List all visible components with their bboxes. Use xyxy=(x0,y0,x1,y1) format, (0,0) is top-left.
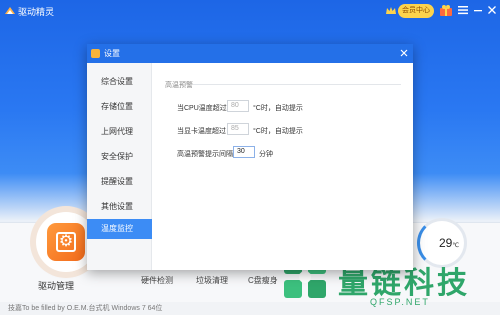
app-title: 驱动精灵 xyxy=(18,7,55,17)
gear-icon: ⚙ xyxy=(58,233,74,250)
tool-c-drive-slim[interactable]: C盘瘦身 xyxy=(248,275,278,286)
cpu-temp-label: 当CPU温度超过 xyxy=(177,105,227,112)
settings-dialog-icon xyxy=(91,49,100,58)
vip-crown-icon[interactable] xyxy=(385,5,397,16)
driver-manage-label[interactable]: 驱动管理 xyxy=(38,279,74,292)
vip-center-button[interactable]: 会员中心 xyxy=(398,4,434,18)
minimize-icon[interactable] xyxy=(473,5,483,15)
settings-dialog: 设置 综合设置 存储位置 上网代理 安全保护 提醒设置 其他设置 温度监控 高温… xyxy=(87,44,413,270)
gpu-temp-input[interactable]: 85 xyxy=(227,123,249,135)
alert-interval-input[interactable]: 30 xyxy=(233,146,255,158)
status-text: 技嘉To be filled by O.E.M.台式机 Windows 7 64… xyxy=(8,305,163,312)
sidebar-item-general[interactable]: 综合设置 xyxy=(87,72,152,92)
sidebar-item-proxy[interactable]: 上网代理 xyxy=(87,122,152,142)
cpu-temp-suffix: °C时，自动提示 xyxy=(253,105,303,112)
temperature-value: 29 xyxy=(439,236,453,250)
sidebar-item-security[interactable]: 安全保护 xyxy=(87,147,152,167)
tool-hardware-check[interactable]: 硬件检测 xyxy=(141,275,173,286)
chip-icon: ⚙ xyxy=(47,223,85,261)
settings-content: 高温预警 当CPU温度超过 80 °C时，自动提示 当显卡温度超过 85 °C时… xyxy=(153,63,413,270)
gpu-temp-suffix: °C时，自动提示 xyxy=(253,128,303,135)
sidebar-item-storage[interactable]: 存储位置 xyxy=(87,97,152,117)
dialog-close-icon[interactable] xyxy=(399,48,409,58)
alert-interval-suffix: 分钟 xyxy=(259,151,273,158)
watermark-subtext: QFSP.NET xyxy=(370,297,430,307)
cpu-temp-input[interactable]: 80 xyxy=(227,100,249,112)
sidebar-item-temperature[interactable]: 温度监控 xyxy=(87,219,152,239)
temperature-readout: 29℃ xyxy=(439,236,459,250)
alert-interval-label: 高温预警提示间隔 xyxy=(177,151,233,158)
tool-junk-clean[interactable]: 垃圾清理 xyxy=(196,275,228,286)
settings-sidebar: 综合设置 存储位置 上网代理 安全保护 提醒设置 其他设置 温度监控 xyxy=(87,63,152,270)
section-divider xyxy=(193,84,401,85)
section-title: 高温预警 xyxy=(165,82,193,89)
dialog-titlebar[interactable]: 设置 xyxy=(87,44,413,63)
sidebar-item-reminder[interactable]: 提醒设置 xyxy=(87,172,152,192)
gpu-temp-label: 当显卡温度超过 xyxy=(177,128,226,135)
gift-icon[interactable] xyxy=(439,4,453,17)
close-icon[interactable] xyxy=(487,5,497,15)
app-logo-icon xyxy=(5,7,15,14)
sidebar-item-other[interactable]: 其他设置 xyxy=(87,197,152,217)
temperature-unit: ℃ xyxy=(452,243,460,249)
dialog-title: 设置 xyxy=(104,49,120,58)
menu-icon[interactable] xyxy=(457,5,469,15)
